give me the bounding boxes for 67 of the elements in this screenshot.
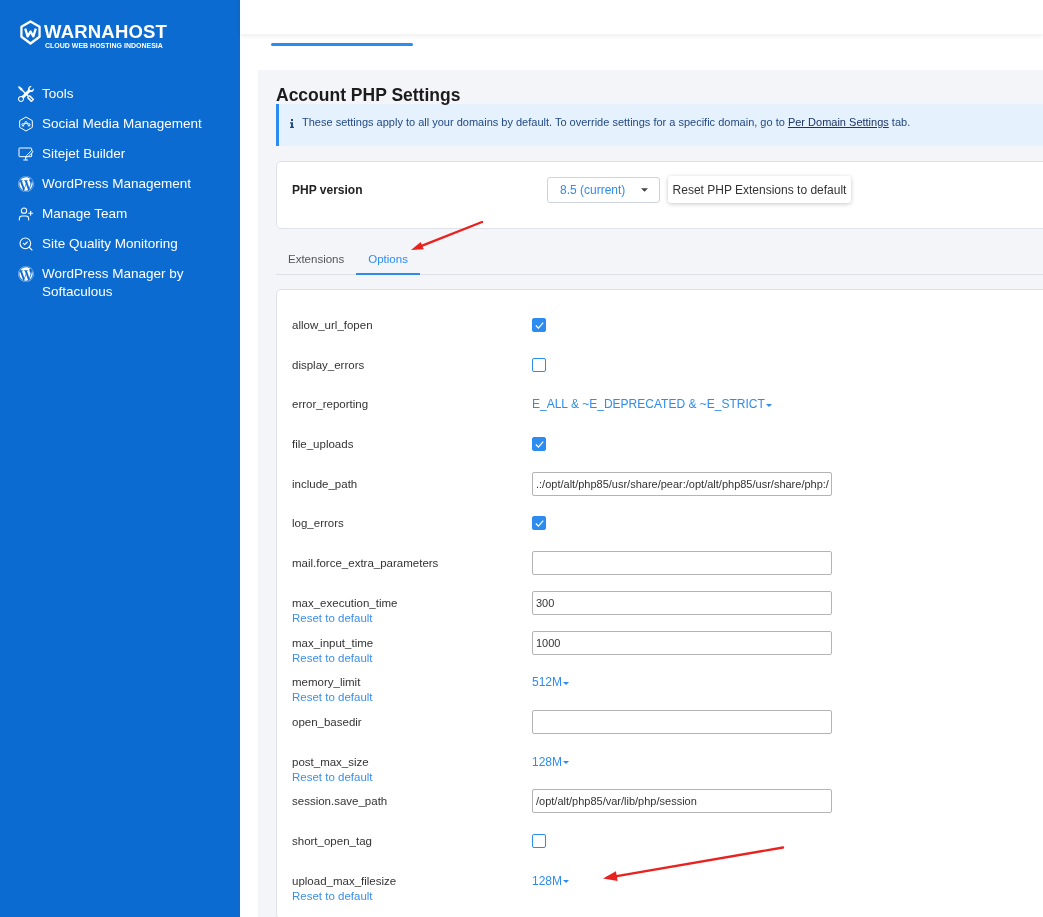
user-plus-icon [18, 206, 34, 222]
caret-icon [563, 880, 570, 884]
reset-extensions-button[interactable]: Reset PHP Extensions to default [668, 176, 851, 203]
per-domain-settings-link[interactable]: Per Domain Settings [787, 116, 889, 128]
reset-to-default-link[interactable]: Reset to default [292, 610, 373, 625]
checkbox[interactable] [532, 318, 546, 332]
option-label: memory_limit [292, 675, 361, 690]
sidebar-nav-item[interactable]: Manage Team [0, 199, 220, 229]
checkbox[interactable] [532, 437, 546, 452]
option-label: mail.force_extra_parameters [292, 556, 439, 571]
tools-icon [18, 86, 34, 102]
option-label: allow_url_fopen [292, 318, 373, 332]
option-label: display_errors [292, 357, 365, 372]
page-title: Account PHP Settings [276, 86, 462, 105]
checkbox[interactable] [532, 516, 546, 531]
caret-icon [765, 403, 772, 407]
php-version-label: PHP version [292, 181, 364, 199]
option-label: file_uploads [292, 437, 354, 452]
check-icon [534, 440, 544, 448]
text-input[interactable] [532, 551, 832, 576]
hexagon-network-icon [18, 116, 34, 132]
option-label: session.save_path [292, 794, 388, 809]
option-label: open_basedir [292, 714, 362, 729]
reset-to-default-link[interactable]: Reset to default [292, 888, 373, 903]
value-dropdown[interactable]: 128M [532, 872, 570, 889]
option-label: upload_max_filesize [292, 873, 397, 888]
option-label: include_path [292, 476, 358, 491]
search-check-icon [18, 236, 34, 252]
reset-to-default-link[interactable]: Reset to default [292, 690, 373, 705]
option-label: max_input_time [292, 635, 374, 650]
option-label: log_errors [292, 516, 344, 531]
sidebar-nav-item[interactable]: WordPress Management [0, 169, 220, 199]
value-dropdown[interactable]: 128M [532, 753, 570, 770]
option-label: post_max_size [292, 754, 369, 769]
hexagon-logo-icon [20, 20, 41, 45]
option-label: error_reporting [292, 397, 369, 412]
checkbox[interactable] [532, 357, 546, 372]
sidebar-nav-item[interactable]: Sitejet Builder [0, 139, 220, 169]
text-input[interactable]: .:/opt/alt/php85/usr/share/pear:/opt/alt/php85/usr/share/php:/ [532, 471, 832, 496]
info-message: These settings apply to all your domains by default. To override settings for a specific domain, go to Per Domain Settings tab. [302, 115, 911, 129]
value-dropdown[interactable]: E_ALL & ~E_DEPRECATED & ~E_STRICT [532, 396, 772, 413]
info-icon [290, 119, 294, 128]
sidebar-nav-item[interactable]: Social Media Management [0, 109, 220, 139]
text-input[interactable]: /opt/alt/php85/var/lib/php/session [532, 789, 832, 814]
wordpress-logo-icon [18, 266, 34, 282]
checkbox[interactable] [532, 833, 546, 848]
monitor-pencil-icon [18, 146, 34, 162]
php-version-select[interactable]: 8.5 (current) [547, 176, 660, 203]
caret-icon [641, 187, 648, 192]
settings-tab[interactable]: Extensions [276, 245, 357, 275]
check-icon [534, 321, 544, 329]
option-label: short_open_tag [292, 833, 372, 848]
text-input[interactable]: 1000 [532, 630, 832, 655]
check-icon [534, 519, 544, 527]
sidebar-nav-item[interactable]: WordPress Manager by Softaculous [0, 259, 220, 307]
caret-icon [563, 761, 570, 765]
value-dropdown[interactable]: 512M [532, 674, 570, 691]
logo-wordmark: WARNAHOST [44, 22, 168, 42]
caret-icon [563, 681, 570, 685]
option-label: max_execution_time [292, 595, 398, 610]
reset-to-default-link[interactable]: Reset to default [292, 769, 373, 784]
wordpress-logo-icon [18, 176, 34, 192]
reset-to-default-link[interactable]: Reset to default [292, 650, 373, 665]
sidebar-nav-item[interactable]: Site Quality Monitoring [0, 229, 220, 259]
sidebar-nav-item[interactable]: Tools [0, 79, 220, 109]
text-input[interactable]: 300 [532, 590, 832, 615]
text-input[interactable] [532, 709, 832, 734]
